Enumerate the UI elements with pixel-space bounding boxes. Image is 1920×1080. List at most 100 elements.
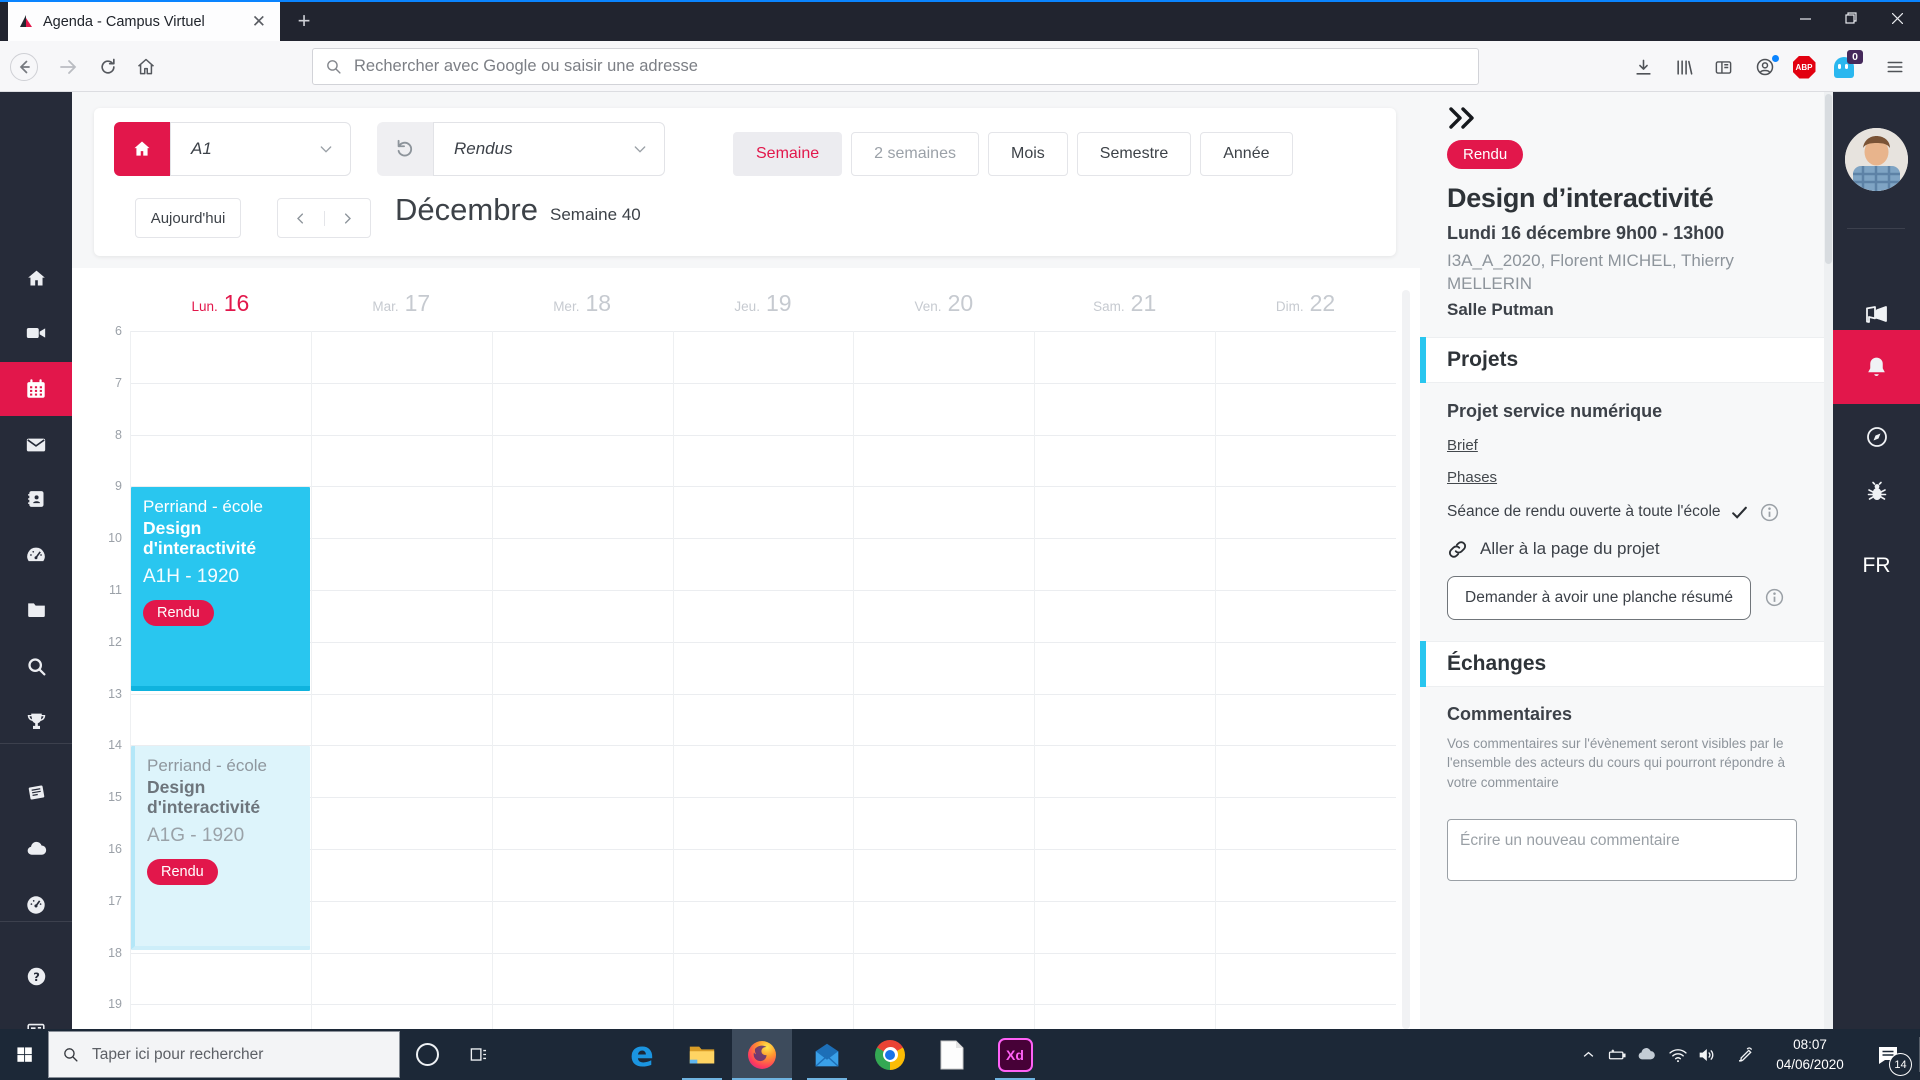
taskbar-app-firefox-active[interactable] <box>732 1029 792 1080</box>
tray-pen[interactable] <box>1731 1029 1759 1080</box>
sidebar-item-mail[interactable] <box>0 423 72 467</box>
taskbar-search-input[interactable] <box>90 1045 374 1065</box>
day-header-dim[interactable]: Dim.22 <box>1215 290 1396 331</box>
url-bar[interactable] <box>312 48 1479 85</box>
filter-select[interactable]: Rendus <box>433 122 665 176</box>
day-header-lun[interactable]: Lun.16 <box>130 290 311 331</box>
view-button-annee[interactable]: Année <box>1200 132 1292 176</box>
library-icon[interactable] <box>1666 49 1702 85</box>
taskbar-app-chrome[interactable] <box>860 1029 920 1080</box>
tray-wifi[interactable] <box>1664 1029 1692 1080</box>
sidebar-item-cloud[interactable] <box>0 826 72 870</box>
taskbar-app-mail[interactable] <box>797 1029 857 1080</box>
sidebar-item-explore[interactable] <box>1833 415 1920 459</box>
new-tab-button[interactable]: + <box>288 6 320 36</box>
back-button[interactable] <box>6 49 42 85</box>
window-close-button[interactable] <box>1874 2 1920 34</box>
hour-gridline <box>130 745 1396 746</box>
sidebar-item-dashboard[interactable] <box>0 533 72 577</box>
pen-icon <box>1735 1045 1755 1065</box>
home-button[interactable] <box>128 49 164 85</box>
sidebar-item-contacts[interactable] <box>0 477 72 521</box>
url-input[interactable] <box>352 56 1466 77</box>
info-icon[interactable] <box>1764 587 1785 608</box>
sidebar-item-achievements[interactable] <box>0 699 72 743</box>
browser-tab[interactable]: Agenda - Campus Virtuel ✕ <box>8 2 280 41</box>
avatar[interactable] <box>1845 128 1908 191</box>
project-page-row[interactable]: Aller à la page du projet <box>1447 539 1797 560</box>
brief-link[interactable]: Brief <box>1447 437 1797 454</box>
comment-input[interactable] <box>1447 819 1797 881</box>
cortana-button[interactable] <box>400 1029 454 1080</box>
sidebar-item-search[interactable] <box>0 644 72 688</box>
task-view-button[interactable] <box>454 1029 502 1080</box>
info-icon[interactable] <box>1759 502 1780 523</box>
day-gridline <box>853 331 854 1029</box>
cloud-icon <box>1636 1044 1657 1065</box>
view-button-2-semaines[interactable]: 2 semaines <box>851 132 979 176</box>
menu-icon[interactable] <box>1877 49 1913 85</box>
tray-battery[interactable] <box>1603 1029 1631 1080</box>
day-header-ven[interactable]: Ven.20 <box>853 290 1034 331</box>
day-header-jeu[interactable]: Jeu.19 <box>673 290 854 331</box>
tray-onedrive[interactable] <box>1632 1029 1660 1080</box>
today-button[interactable]: Aujourd'hui <box>135 198 241 238</box>
edge-icon: e <box>630 1035 654 1075</box>
sidebar-item-video[interactable] <box>0 311 72 355</box>
hour-label: 12 <box>94 635 122 649</box>
group-home-button[interactable] <box>114 122 170 176</box>
panel-scrollbar-thumb[interactable] <box>1825 94 1832 264</box>
window-minimize-button[interactable] <box>1782 2 1828 34</box>
day-number: 18 <box>585 290 611 317</box>
taskbar-app-explorer[interactable] <box>672 1029 732 1080</box>
sidebar-toggle-icon[interactable] <box>1705 49 1741 85</box>
hour-gridline <box>130 953 1396 954</box>
tray-expand-button[interactable] <box>1574 1029 1602 1080</box>
ghostery-icon[interactable]: 0 <box>1826 49 1862 85</box>
forward-button[interactable] <box>50 49 86 85</box>
request-summary-button[interactable]: Demander à avoir une planche résumé <box>1447 576 1751 620</box>
filter-select-control[interactable]: Rendus <box>377 122 665 176</box>
sidebar-item-agenda[interactable] <box>0 362 72 416</box>
sidebar-item-help[interactable]: ? <box>0 954 72 998</box>
group-select[interactable]: A1 <box>170 122 351 176</box>
filter-reset-button[interactable] <box>377 122 433 176</box>
tray-volume[interactable] <box>1693 1029 1721 1080</box>
account-icon[interactable] <box>1747 49 1783 85</box>
calendar-event[interactable]: Perriand - écoleDesign d'interactivitéA1… <box>131 746 310 949</box>
prev-week-button[interactable] <box>278 211 325 226</box>
window-restore-button[interactable] <box>1828 2 1874 34</box>
sidebar-item-journal[interactable] <box>0 770 72 814</box>
tab-close-icon[interactable]: ✕ <box>248 11 270 32</box>
phases-link[interactable]: Phases <box>1447 469 1797 486</box>
sidebar-item-notifications[interactable] <box>1833 330 1920 404</box>
sidebar-item-files[interactable] <box>0 587 72 631</box>
day-header-sam[interactable]: Sam.21 <box>1034 290 1215 331</box>
sidebar-item-home[interactable] <box>0 256 72 300</box>
calendar-scrollbar[interactable] <box>1402 290 1410 1029</box>
taskbar-app-document[interactable] <box>922 1029 982 1080</box>
download-icon[interactable] <box>1625 49 1661 85</box>
taskbar-app-xd[interactable]: Xd <box>985 1029 1045 1080</box>
language-switcher[interactable]: FR <box>1833 554 1920 578</box>
view-button-semaine[interactable]: Semaine <box>733 132 842 176</box>
view-button-mois[interactable]: Mois <box>988 132 1068 176</box>
next-week-button[interactable] <box>325 211 371 226</box>
taskbar-clock[interactable]: 08:07 04/06/2020 <box>1758 1029 1862 1080</box>
view-button-semestre[interactable]: Semestre <box>1077 132 1191 176</box>
action-center-button[interactable]: 14 <box>1862 1029 1914 1080</box>
sidebar-item-bug-report[interactable] <box>1833 470 1920 514</box>
group-value: A1 <box>191 139 212 159</box>
group-select-control[interactable]: A1 <box>114 122 351 176</box>
day-header-mar[interactable]: Mar.17 <box>311 290 492 331</box>
taskbar-search[interactable] <box>48 1031 400 1078</box>
calendar-event[interactable]: Perriand - écoleDesign d'interactivitéA1… <box>131 487 310 690</box>
adblock-plus-icon[interactable]: ABP <box>1786 49 1822 85</box>
start-button[interactable] <box>0 1029 48 1080</box>
app-area: ? A1 <box>0 92 1920 1029</box>
day-header-mer[interactable]: Mer.18 <box>492 290 673 331</box>
reload-button[interactable] <box>90 49 126 85</box>
project-page-link[interactable]: Aller à la page du projet <box>1480 539 1660 559</box>
collapse-panel-button[interactable] <box>1447 106 1797 130</box>
taskbar-app-edge[interactable]: e <box>612 1029 672 1080</box>
